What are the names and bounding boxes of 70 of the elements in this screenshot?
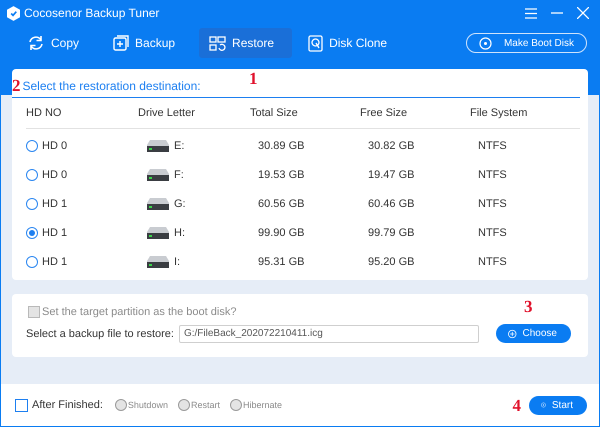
file-path-field[interactable]: G:/FileBack_202072210411.icg xyxy=(178,324,479,342)
backup-icon xyxy=(113,35,130,51)
column-header: Total Size xyxy=(250,107,299,119)
drive-icon xyxy=(146,168,170,182)
checkbox[interactable] xyxy=(15,398,28,412)
table-cell: 30.89 GB xyxy=(258,140,304,152)
plus-icon xyxy=(508,328,516,340)
table-cell: 60.46 GB xyxy=(368,198,414,210)
table-cell: I: xyxy=(174,256,180,268)
window-title: Cocosenor Backup Tuner xyxy=(24,6,160,20)
table-cell: NTFS xyxy=(478,198,507,210)
drive-icon xyxy=(146,196,170,210)
drive-icon xyxy=(146,254,170,268)
step-number: 4 xyxy=(512,396,521,414)
menu-icon[interactable] xyxy=(525,8,537,18)
checkbox-label: Set the target partition as the boot disk? xyxy=(42,306,236,318)
radio-label: Restart xyxy=(190,400,220,410)
table-cell: G: xyxy=(174,198,186,210)
restore-icon xyxy=(209,36,226,50)
nav-tab[interactable]: Copy xyxy=(17,28,98,58)
table-cell: HD 0 xyxy=(42,168,68,180)
nav-tab[interactable]: Disk Clone xyxy=(298,28,406,58)
table-cell: 60.56 GB xyxy=(258,198,304,210)
column-header: File System xyxy=(470,107,528,119)
radio-label: Hibernate xyxy=(242,400,282,410)
table-cell: HD 1 xyxy=(42,198,68,210)
step-number: 2 xyxy=(12,77,20,94)
table-cell: F: xyxy=(174,168,184,180)
step-number: 3 xyxy=(524,298,532,315)
choose-button[interactable]: Choose xyxy=(496,324,571,343)
table-cell: 19.47 GB xyxy=(368,168,414,180)
table-cell: NTFS xyxy=(478,140,507,152)
table-cell: E: xyxy=(174,140,184,152)
table-cell: NTFS xyxy=(478,226,507,238)
column-header: HD NO xyxy=(26,107,62,119)
drive-icon xyxy=(146,226,170,240)
radio-button[interactable] xyxy=(26,226,38,238)
make-boot-disk-button[interactable]: Make Boot Disk xyxy=(466,33,587,53)
table-cell: 19.53 GB xyxy=(258,168,304,180)
field-label: Select a backup file to restore: xyxy=(26,328,174,340)
column-header: Drive Letter xyxy=(138,107,196,119)
table-cell: 30.82 GB xyxy=(368,140,414,152)
minimize-icon[interactable] xyxy=(551,12,563,14)
table-cell: HD 1 xyxy=(42,226,68,238)
app-logo-icon xyxy=(7,6,20,20)
radio-button[interactable] xyxy=(26,140,38,152)
table-cell: HD 1 xyxy=(42,256,68,268)
start-button[interactable]: Start xyxy=(529,396,587,414)
nav-tab[interactable]: Restore xyxy=(199,28,292,58)
disc-icon xyxy=(478,36,492,50)
radio-button[interactable] xyxy=(26,168,38,180)
step-number: 1 xyxy=(249,70,258,87)
nav-tab[interactable]: Backup xyxy=(103,28,194,58)
radio-button[interactable] xyxy=(26,256,38,268)
table-cell: 99.90 GB xyxy=(258,226,304,238)
section-heading: Select the restoration destination: xyxy=(22,78,201,92)
table-cell: NTFS xyxy=(478,256,507,268)
table-cell: 95.20 GB xyxy=(368,256,414,268)
close-icon[interactable] xyxy=(577,7,589,19)
radio-label: Shutdown xyxy=(128,400,168,410)
table-cell: 95.31 GB xyxy=(258,256,304,268)
table-cell: HD 0 xyxy=(42,140,68,152)
sync-icon xyxy=(27,35,45,51)
column-header: Free Size xyxy=(360,107,408,119)
table-cell: H: xyxy=(174,226,185,238)
checkbox-label: After Finished: xyxy=(32,399,103,411)
table-cell: NTFS xyxy=(478,168,507,180)
radio-button[interactable] xyxy=(26,198,38,210)
drive-icon xyxy=(146,138,170,152)
table-cell: 99.79 GB xyxy=(368,226,414,238)
